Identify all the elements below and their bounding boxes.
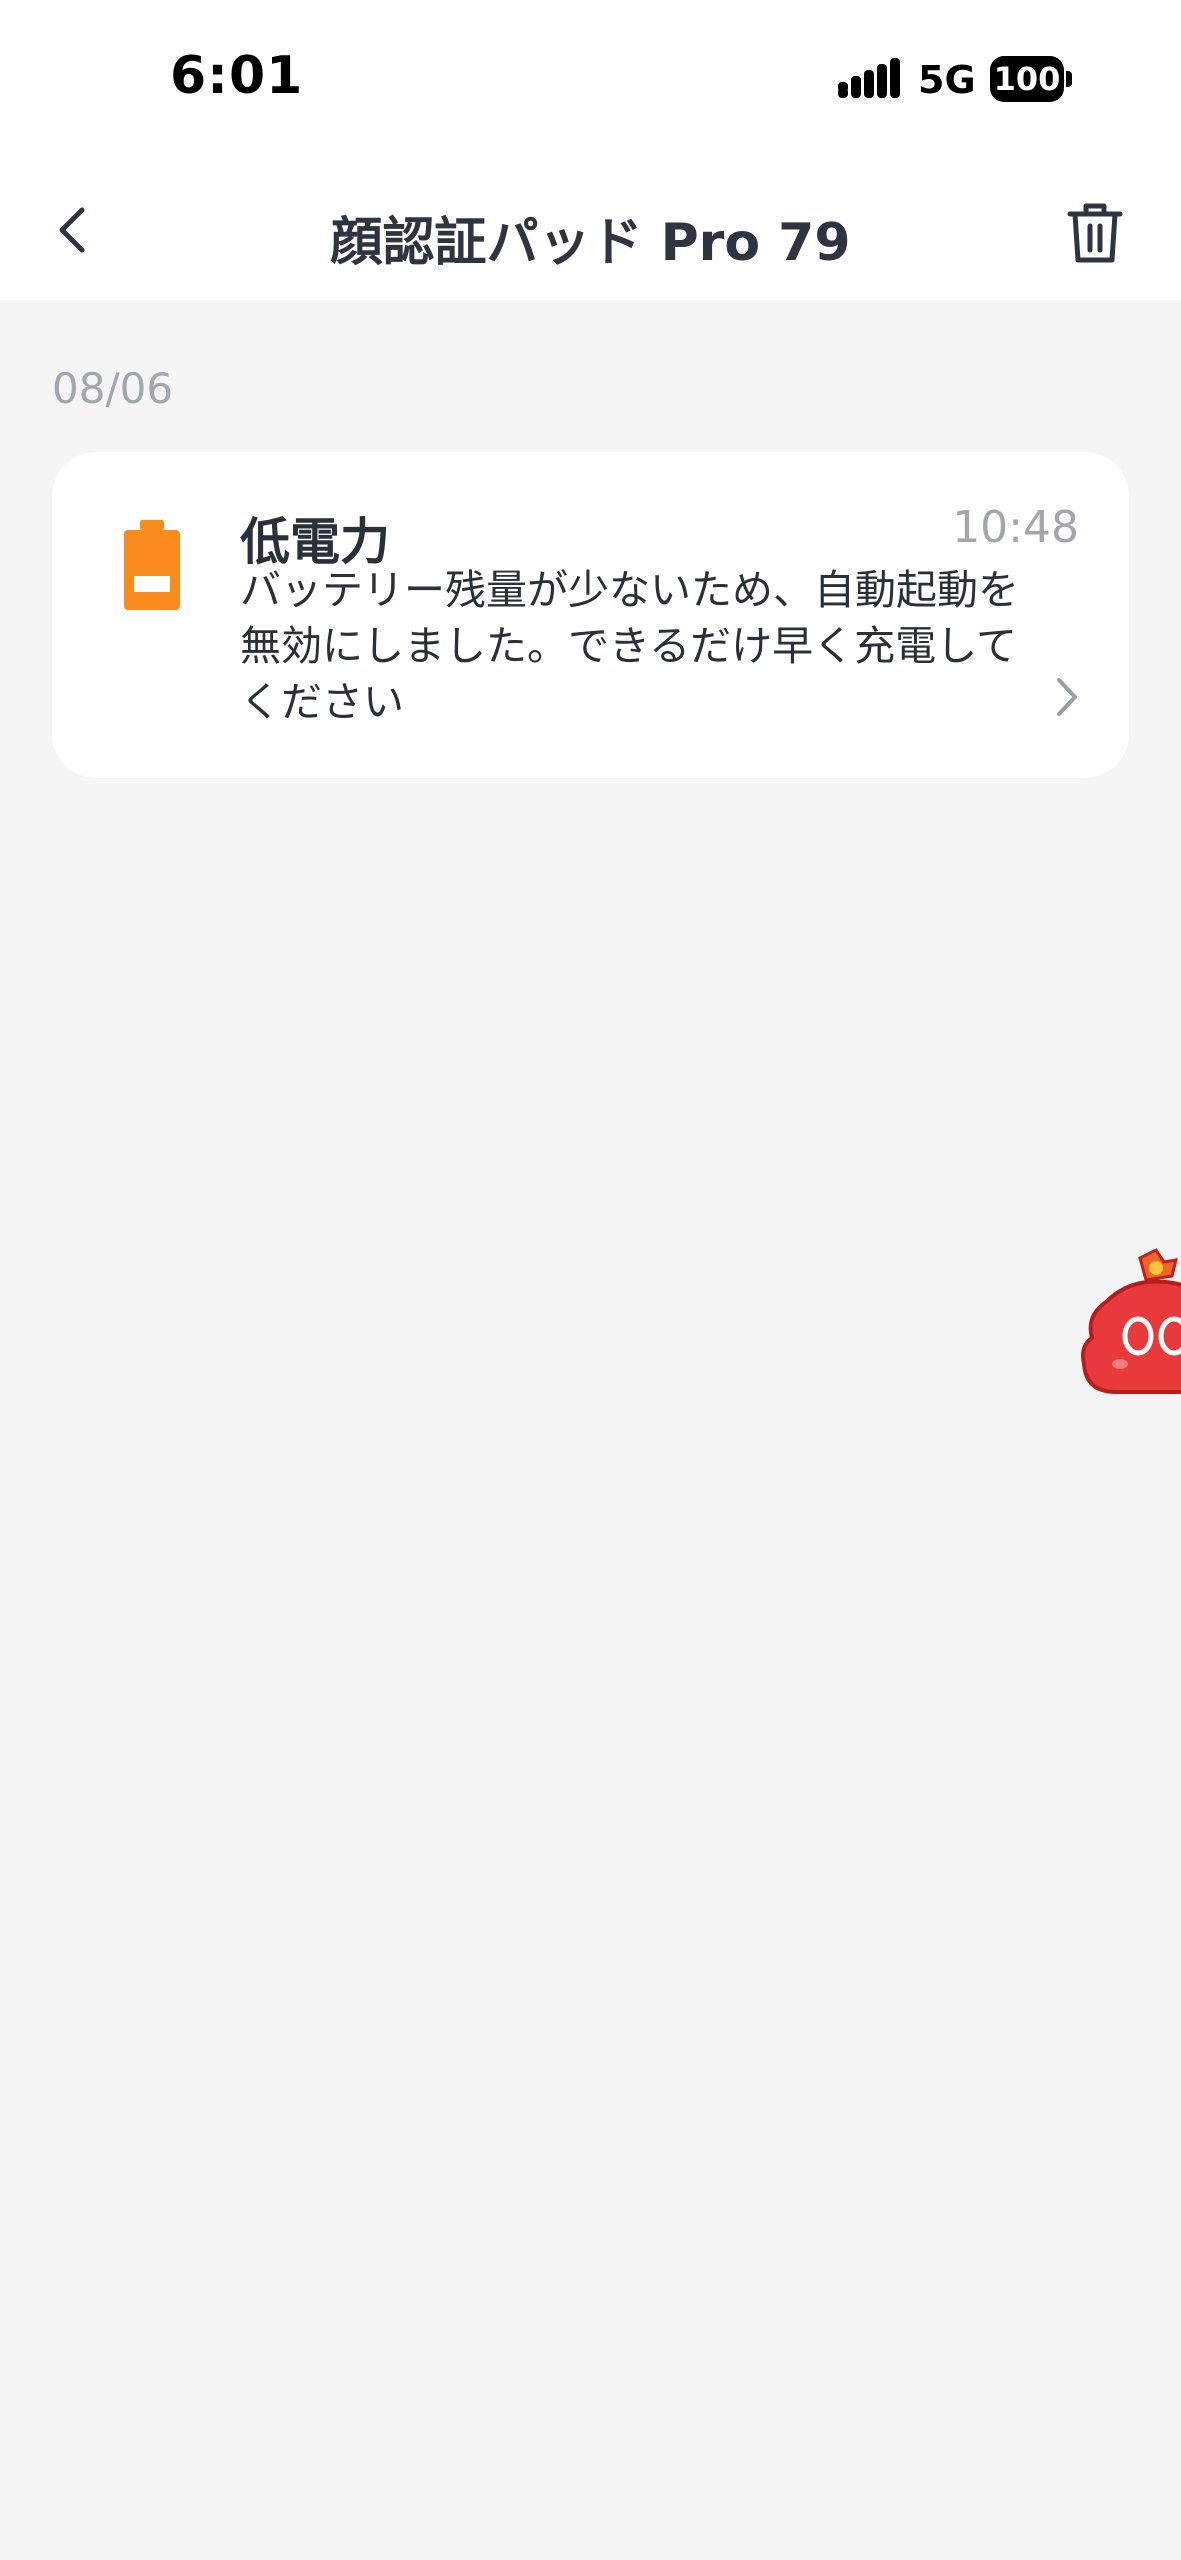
mascot-icon bbox=[1081, 1248, 1181, 1394]
trash-icon bbox=[1067, 203, 1123, 263]
status-bar: 6:01 5G 100 bbox=[0, 0, 1181, 160]
delete-button[interactable] bbox=[1060, 198, 1130, 268]
battery-indicator: 100 bbox=[990, 56, 1072, 102]
battery-level: 100 bbox=[990, 56, 1064, 102]
nav-bar: 顔認証パッド Pro 79 bbox=[0, 160, 1181, 300]
date-group-label: 08/06 bbox=[52, 364, 174, 413]
floating-assistant-mascot[interactable] bbox=[1076, 1246, 1181, 1406]
notification-card[interactable]: 低電力 10:48 バッテリー残量が少ないため、自動起動を無効にしました。できる… bbox=[52, 452, 1129, 778]
chevron-left-icon bbox=[59, 207, 85, 253]
back-button[interactable] bbox=[40, 190, 110, 270]
network-type: 5G bbox=[918, 58, 976, 102]
chevron-right-icon bbox=[1057, 678, 1077, 716]
signal-icon bbox=[838, 58, 900, 98]
page-title: 顔認証パッド Pro 79 bbox=[330, 213, 851, 273]
battery-low-icon bbox=[124, 520, 180, 610]
notification-time: 10:48 bbox=[952, 502, 1079, 553]
battery-tip bbox=[1066, 71, 1072, 87]
notification-message: バッテリー残量が少ないため、自動起動を無効にしました。できるだけ早く充電してくだ… bbox=[240, 566, 1019, 726]
status-time: 6:01 bbox=[170, 46, 304, 106]
